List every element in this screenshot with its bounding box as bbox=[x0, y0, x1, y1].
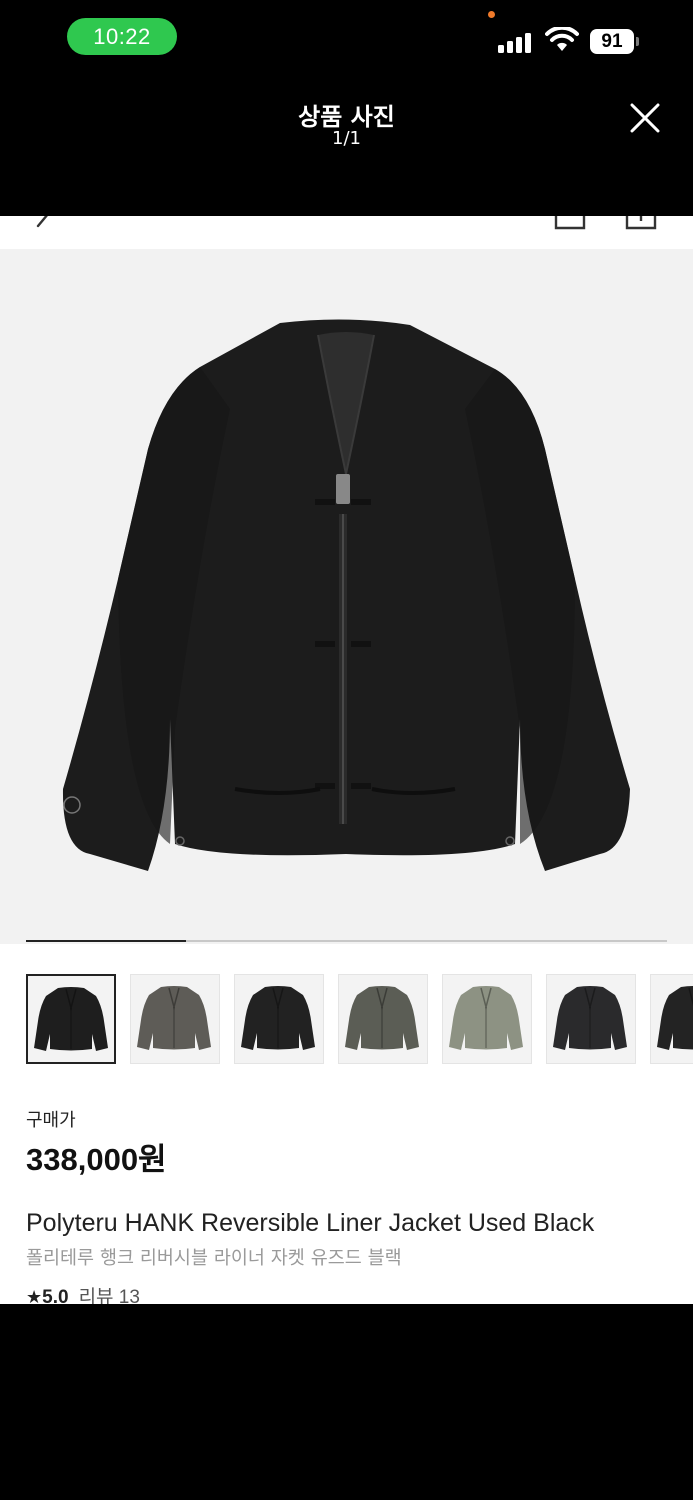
thumbnail-jacket-image bbox=[34, 987, 108, 1051]
screen: 10:22 91 상품 사진 1/1 구매가 338,000원 Polyteru… bbox=[0, 0, 693, 1500]
price-label: 구매가 bbox=[26, 1110, 76, 1131]
privacy-indicator-dot bbox=[488, 11, 495, 18]
product-price: 338,000원 bbox=[26, 1142, 167, 1177]
modal-title: 상품 사진 bbox=[298, 103, 395, 131]
photo-modal-header: 상품 사진 1/1 bbox=[0, 80, 693, 216]
thumbnail-jacket-image bbox=[137, 986, 211, 1050]
battery-cap-icon bbox=[636, 37, 639, 46]
thumbnail-jacket-image bbox=[241, 986, 315, 1050]
thumbnail-jacket-image bbox=[553, 986, 627, 1050]
thumbnail-5[interactable] bbox=[442, 974, 532, 1064]
cellular-signal-icon bbox=[498, 31, 536, 53]
thumbnail-jacket-image bbox=[449, 986, 523, 1050]
thumbnail-6[interactable] bbox=[546, 974, 636, 1064]
thumbnail-4[interactable] bbox=[338, 974, 428, 1064]
bookmark-icon[interactable] bbox=[553, 216, 587, 232]
photo-counter: 1/1 bbox=[332, 128, 361, 149]
product-name-english: Polyteru HANK Reversible Liner Jacket Us… bbox=[26, 1209, 595, 1237]
rating-row[interactable]: ★5.0 리뷰 13 bbox=[26, 1282, 140, 1304]
battery-level: 91 bbox=[590, 29, 634, 54]
thumbnail-3[interactable] bbox=[234, 974, 324, 1064]
review-count-link[interactable]: 리뷰 13 bbox=[79, 1287, 140, 1304]
gallery-progress-fill bbox=[26, 940, 187, 942]
product-page: 구매가 338,000원 Polyteru HANK Reversible Li… bbox=[0, 216, 693, 1304]
star-icon: ★ bbox=[26, 1287, 43, 1304]
thumbnail-1[interactable] bbox=[26, 974, 116, 1064]
close-icon[interactable] bbox=[624, 97, 666, 139]
product-name-korean: 폴리테루 행크 리버시블 라이너 자켓 유즈드 블랙 bbox=[26, 1248, 402, 1269]
jacket-image bbox=[62, 319, 630, 871]
thumbnail-strip bbox=[0, 974, 693, 1066]
thumbnail-7[interactable] bbox=[650, 974, 693, 1064]
gallery-progress-track bbox=[26, 940, 667, 942]
status-time: 10:22 bbox=[67, 18, 177, 55]
share-icon[interactable] bbox=[624, 216, 658, 232]
wifi-icon bbox=[545, 27, 579, 51]
back-chevron-icon[interactable] bbox=[32, 216, 52, 230]
thumbnail-2[interactable] bbox=[130, 974, 220, 1064]
status-bar: 10:22 91 bbox=[0, 0, 693, 80]
product-photo[interactable] bbox=[0, 249, 693, 944]
product-top-bar bbox=[0, 216, 693, 249]
thumbnail-jacket-image bbox=[657, 986, 693, 1050]
thumbnail-jacket-image bbox=[345, 986, 419, 1050]
rating-score: 5.0 bbox=[42, 1287, 69, 1304]
